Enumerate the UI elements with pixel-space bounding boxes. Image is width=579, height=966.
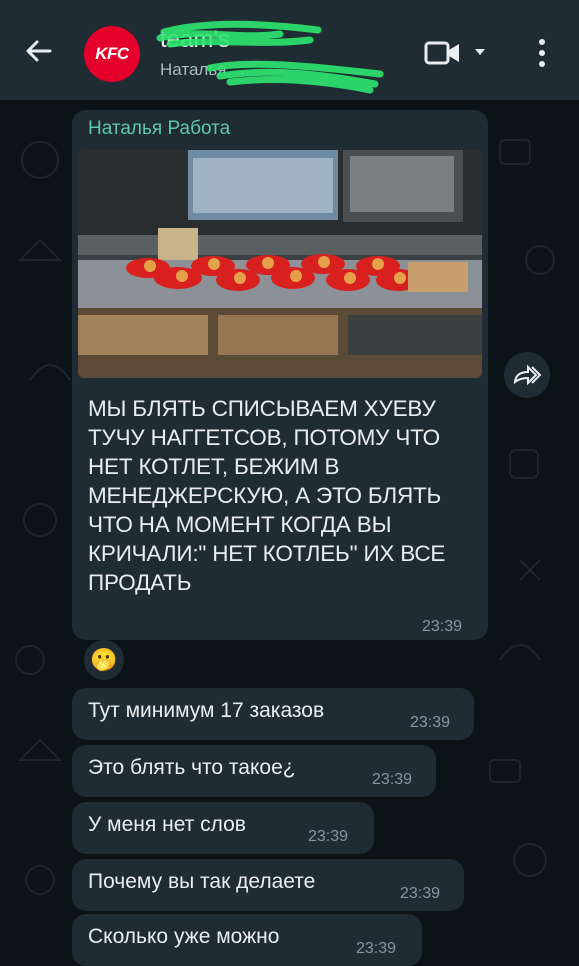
message-photo[interactable]	[78, 150, 482, 378]
reply-time: 23:39	[410, 714, 451, 731]
kitchen-photo	[78, 150, 482, 378]
more-vert-icon[interactable]	[532, 36, 552, 70]
reply-text: Почему вы так делаете	[88, 870, 316, 893]
kfc-logo-text: KFC	[95, 44, 129, 63]
reply-time: 23:39	[400, 885, 441, 902]
chevron-down-icon[interactable]	[472, 44, 488, 60]
reply-time: 23:39	[356, 940, 397, 957]
list-item[interactable]: Тут минимум 17 заказов 23:39	[72, 688, 474, 740]
avatar[interactable]: KFC	[84, 26, 140, 82]
reply-text: Тут минимум 17 заказов	[88, 699, 325, 722]
reply-text: Сколько уже можно	[88, 925, 280, 948]
forward-button[interactable]	[504, 352, 550, 398]
reaction-emoji[interactable]: 🫢	[84, 640, 124, 680]
list-item[interactable]: Сколько уже можно 23:39	[72, 914, 422, 966]
message-time: 23:39	[422, 618, 463, 635]
forward-icon	[513, 364, 542, 386]
message-text: МЫ БЛЯТЬ СПИСЫВАЕМ ХУЕВУ ТУЧУ НАГГЕТСОВ,…	[88, 396, 446, 595]
back-arrow-icon[interactable]	[22, 34, 56, 68]
image-message-bubble[interactable]: Наталья Работа МЫ БЛЯТЬ СПИСЫВАЕМ ХУЕВУ …	[72, 110, 488, 640]
list-item[interactable]: У меня нет слов 23:39	[72, 802, 374, 854]
reply-time: 23:39	[372, 771, 413, 788]
chat-header: KFC team's Наталья, ...	[0, 0, 579, 100]
reply-time: 23:39	[308, 828, 349, 845]
list-item[interactable]: Почему вы так делаете 23:39	[72, 859, 464, 911]
reply-text: У меня нет слов	[88, 813, 246, 836]
censor-scribble	[156, 20, 384, 94]
list-item[interactable]: Это блять что такое¿ 23:39	[72, 745, 436, 797]
video-call-icon[interactable]	[424, 40, 462, 66]
reply-text: Это блять что такое¿	[88, 756, 296, 779]
sender-name: Наталья Работа	[88, 118, 231, 139]
reaction-emoji-glyph: 🫢	[90, 647, 118, 672]
